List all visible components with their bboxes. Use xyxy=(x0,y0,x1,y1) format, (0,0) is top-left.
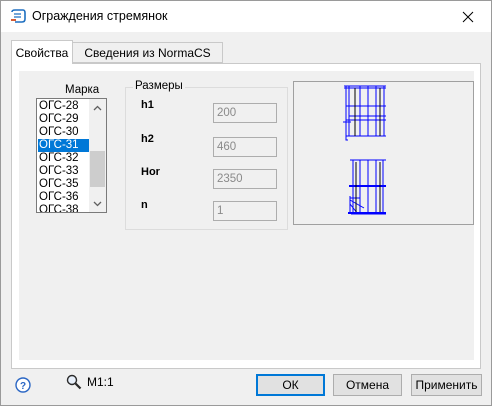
list-item[interactable]: ОГС-28 xyxy=(38,100,90,113)
chevron-down-icon xyxy=(93,201,102,206)
param-label-n: n xyxy=(141,199,148,211)
list-item[interactable]: ОГС-33 xyxy=(38,165,90,178)
title-bar[interactable]: Ограждения стремянок xyxy=(1,1,491,32)
dimensions-title: Размеры xyxy=(133,80,185,92)
tab-properties[interactable]: Свойства xyxy=(11,40,73,64)
param-label-h1: h1 xyxy=(141,99,154,111)
marka-label: Марка xyxy=(65,84,100,96)
scale-label: М1:1 xyxy=(87,375,114,389)
tab-normacs[interactable]: Сведения из NormaCS xyxy=(73,42,223,63)
tab-panel-properties: Марка ОГС-28 ОГС-29 ОГС-30 ОГС-31 ОГС-32… xyxy=(11,63,481,369)
cancel-button[interactable]: Отмена xyxy=(333,374,402,396)
magnifier-icon[interactable] xyxy=(66,374,82,390)
list-item-selected[interactable]: ОГС-31 xyxy=(38,139,90,152)
apply-button[interactable]: Применить xyxy=(411,374,482,396)
list-item[interactable]: ОГС-30 xyxy=(38,126,90,139)
properties-area: Марка ОГС-28 ОГС-29 ОГС-30 ОГС-31 ОГС-32… xyxy=(19,71,474,360)
param-label-h2: h2 xyxy=(141,133,154,145)
close-icon xyxy=(462,11,474,22)
scroll-up-button[interactable] xyxy=(89,99,106,116)
help-icon[interactable]: ? xyxy=(15,377,31,393)
ladder-guard-preview xyxy=(293,81,474,225)
window-title: Ограждения стремянок xyxy=(32,9,168,23)
h1-field[interactable]: 200 xyxy=(213,103,277,123)
ok-button[interactable]: ОК xyxy=(256,374,325,396)
list-item[interactable]: ОГС-36 xyxy=(38,191,90,204)
close-button[interactable] xyxy=(445,1,491,32)
list-item[interactable]: ОГС-29 xyxy=(38,113,90,126)
dimensions-group: Размеры h1 200 h2 460 Hor 2350 n 1 xyxy=(125,80,288,230)
h2-field[interactable]: 460 xyxy=(213,137,277,157)
list-item[interactable]: ОГС-35 xyxy=(38,178,90,191)
param-label-hor: Hor xyxy=(141,166,160,178)
hor-field[interactable]: 2350 xyxy=(213,169,277,189)
marka-listbox[interactable]: ОГС-28 ОГС-29 ОГС-30 ОГС-31 ОГС-32 ОГС-3… xyxy=(36,98,107,213)
list-item[interactable]: ОГС-38 xyxy=(38,204,90,212)
scroll-thumb[interactable] xyxy=(90,151,105,187)
svg-text:?: ? xyxy=(20,381,26,392)
scroll-down-button[interactable] xyxy=(89,195,106,212)
ladder-guard-drawing xyxy=(343,85,386,215)
listbox-scrollbar[interactable] xyxy=(89,99,106,212)
n-field[interactable]: 1 xyxy=(213,201,277,221)
chevron-up-icon xyxy=(93,105,102,110)
list-item[interactable]: ОГС-32 xyxy=(38,152,90,165)
dialog-window: Ограждения стремянок Свойства Сведения и… xyxy=(0,0,492,406)
app-icon xyxy=(10,9,26,23)
